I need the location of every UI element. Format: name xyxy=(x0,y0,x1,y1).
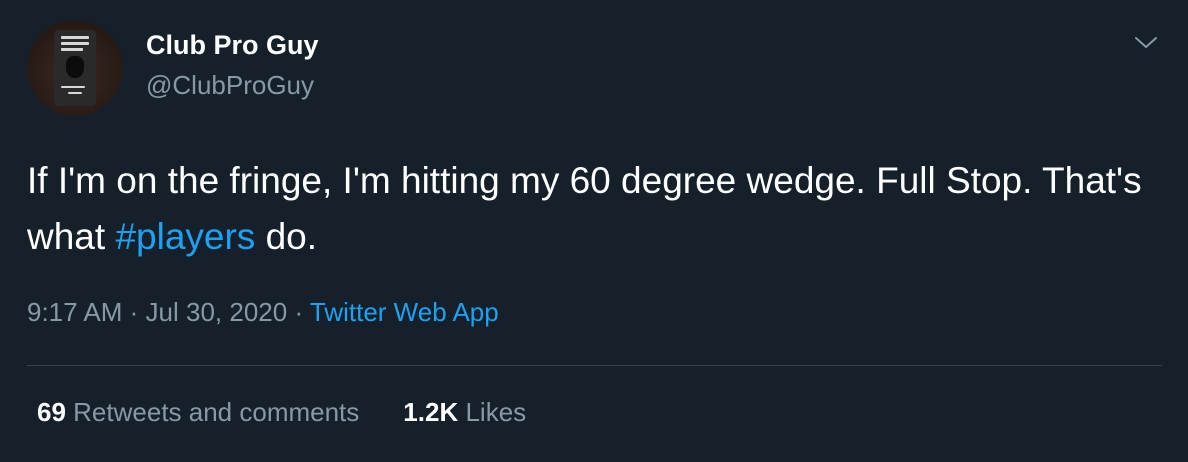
avatar[interactable] xyxy=(27,20,123,116)
tweet-metadata: 9:17 AM · Jul 30, 2020 · Twitter Web App xyxy=(27,297,499,328)
retweets-stat[interactable]: 69 Retweets and comments xyxy=(37,397,359,428)
tweet-text-part: do. xyxy=(255,216,318,257)
display-name[interactable]: Club Pro Guy xyxy=(146,30,319,61)
likes-stat[interactable]: 1.2K Likes xyxy=(403,397,526,428)
chevron-down-icon[interactable] xyxy=(1133,33,1159,53)
tweet-time[interactable]: 9:17 AM xyxy=(27,297,122,327)
likes-count: 1.2K xyxy=(403,397,459,427)
meta-separator: · xyxy=(294,297,304,327)
hashtag-link[interactable]: #players xyxy=(115,216,255,257)
retweets-count: 69 xyxy=(37,397,66,427)
tweet-date[interactable]: Jul 30, 2020 xyxy=(146,297,288,327)
engagement-stats: 69 Retweets and comments 1.2K Likes xyxy=(37,397,526,428)
likes-label: Likes xyxy=(465,397,527,427)
divider xyxy=(27,365,1162,366)
user-handle[interactable]: @ClubProGuy xyxy=(146,70,314,101)
meta-separator: · xyxy=(129,297,139,327)
avatar-image xyxy=(54,30,96,106)
tweet-source-link[interactable]: Twitter Web App xyxy=(310,297,499,327)
tweet-card: Club Pro Guy @ClubProGuy If I'm on the f… xyxy=(0,0,1188,462)
tweet-text: If I'm on the fringe, I'm hitting my 60 … xyxy=(27,153,1157,265)
retweets-label: Retweets and comments xyxy=(73,397,360,427)
